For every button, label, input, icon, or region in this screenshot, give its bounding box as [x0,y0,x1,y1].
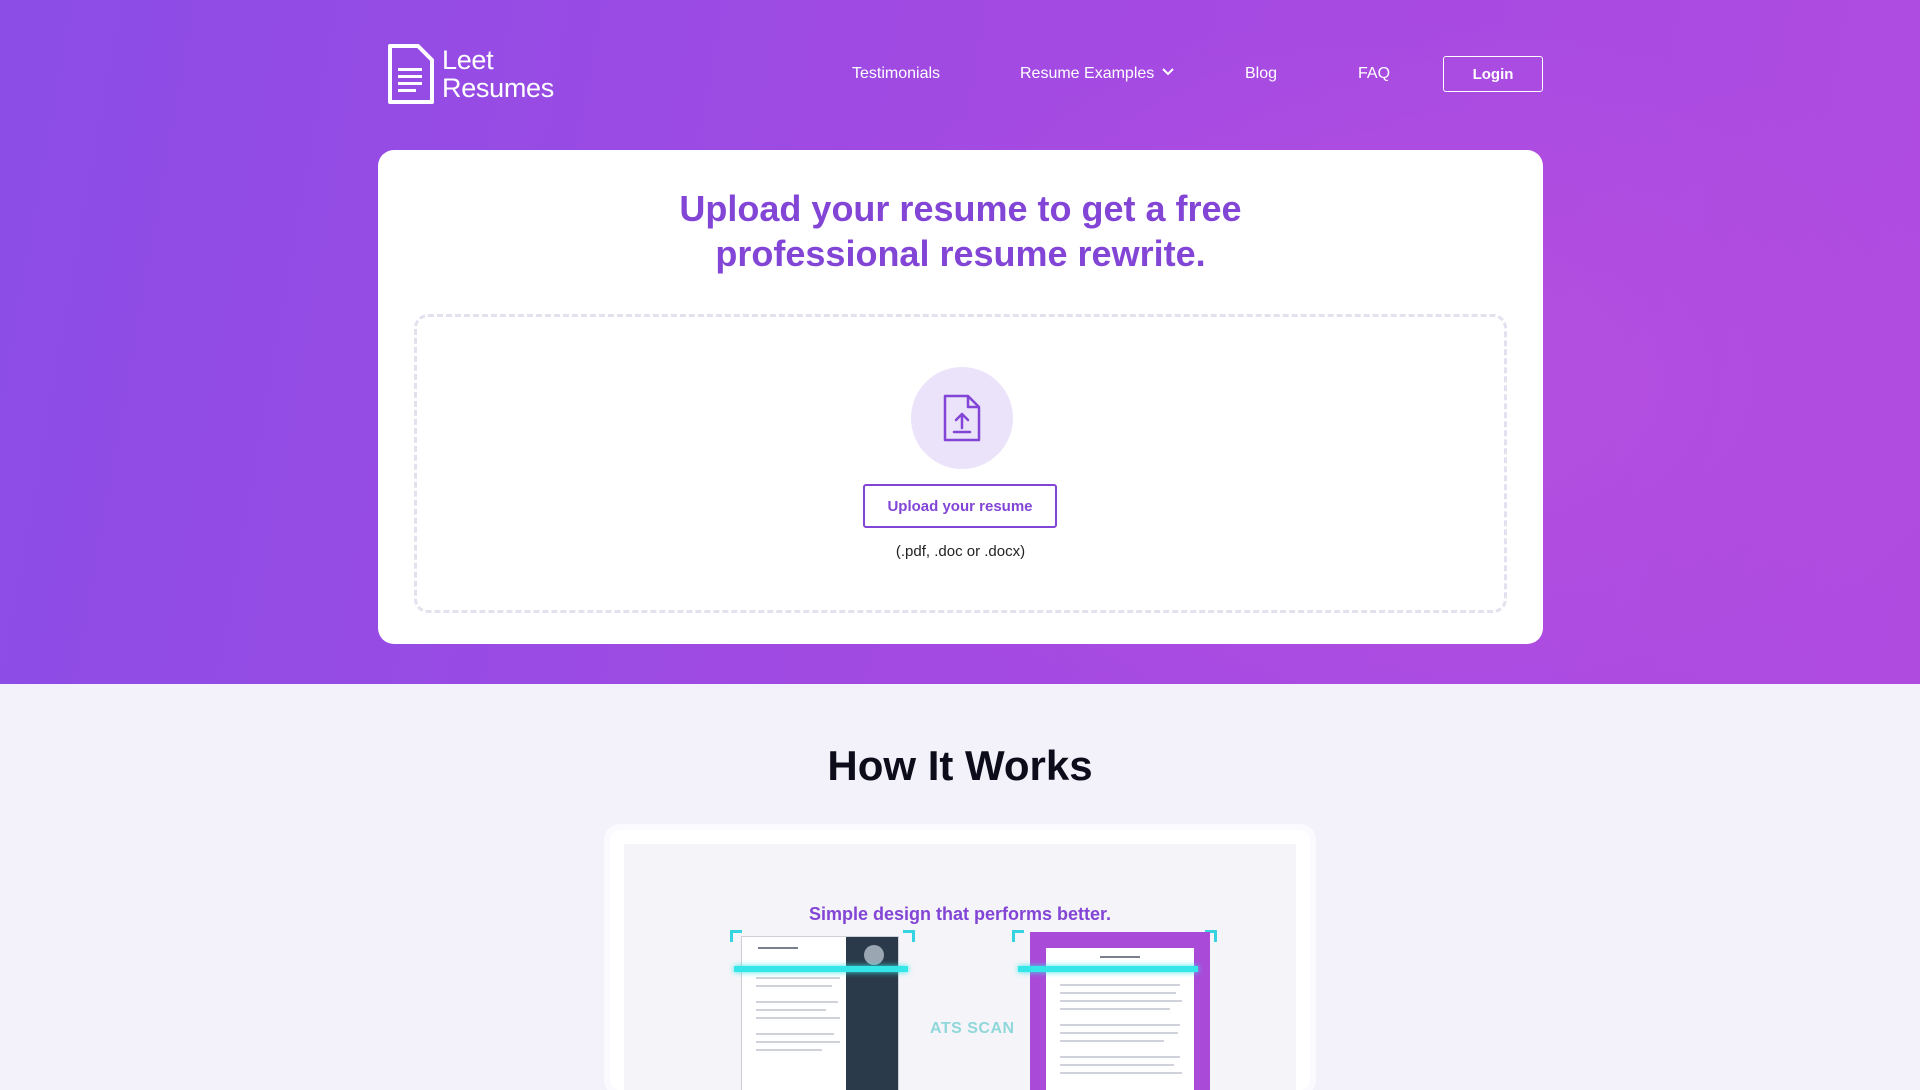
chevron-down-icon [1162,68,1174,76]
how-it-works-title: How It Works [827,742,1093,789]
resume-line [1060,1008,1170,1010]
resume-line [1060,1064,1174,1066]
video-caption: Simple design that performs better. [808,904,1112,924]
upload-resume-button[interactable]: Upload your resume [863,484,1057,528]
resume-line [1100,956,1140,958]
resume-line [1060,1000,1182,1002]
nav-blog[interactable]: Blog [1245,65,1277,83]
ats-scan-label: ATS SCAN [930,1020,1015,1037]
hero-headline-line1: Upload your resume to get a free [679,188,1242,229]
brand-name-line2: Resumes [442,73,554,103]
resume-line [1060,1040,1164,1042]
nav-faq[interactable]: FAQ [1358,65,1390,83]
resume-line [1060,1072,1182,1074]
nav-resume-examples[interactable]: Resume Examples [1020,65,1174,83]
upload-card: Upload your resume to get a free profess… [378,150,1543,644]
resume-line [756,1001,838,1003]
resume-line [756,1033,834,1035]
video-frame-content: Simple design that performs better. ATS … [624,844,1296,1090]
resume-line [1060,1024,1180,1026]
document-icon [388,44,434,104]
scan-bar [1018,966,1198,972]
resume-line [756,1041,840,1043]
resume-after-image [1030,932,1210,1090]
how-it-works-video[interactable]: Simple design that performs better. ATS … [610,830,1310,1090]
resume-dropzone[interactable]: Upload your resume (.pdf, .doc or .docx) [414,314,1507,613]
resume-line [756,1009,826,1011]
upload-icon-circle [911,367,1013,469]
resume-line [1060,992,1176,994]
resume-line [1060,1056,1180,1058]
resume-before-image [741,936,899,1090]
scan-corner [1012,930,1024,942]
nav-testimonials[interactable]: Testimonials [852,65,940,83]
file-upload-icon [943,394,981,442]
resume-line [758,947,798,949]
login-button[interactable]: Login [1443,56,1543,92]
resume-line [756,1017,840,1019]
hero-section: Leet Resumes Testimonials Resume Example… [0,0,1920,684]
resume-line [1060,1032,1178,1034]
brand-name: Leet Resumes [442,46,554,102]
brand-logo[interactable]: Leet Resumes [386,40,566,106]
resume-line [756,1049,822,1051]
accepted-formats-text: (.pdf, .doc or .docx) [895,543,1026,560]
resume-line [756,985,832,987]
scan-corner [903,930,915,942]
scan-bar [734,966,908,972]
hero-headline-line2: professional resume rewrite. [715,233,1206,274]
resume-avatar [864,945,884,965]
resume-line [756,977,840,979]
resume-line [1060,984,1180,986]
nav-resume-examples-label: Resume Examples [1020,65,1155,82]
brand-name-line1: Leet [442,45,494,75]
hero-headline: Upload your resume to get a free profess… [378,186,1543,276]
